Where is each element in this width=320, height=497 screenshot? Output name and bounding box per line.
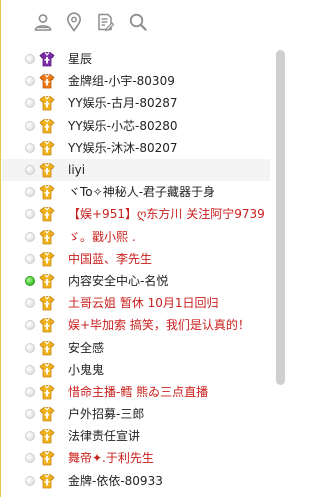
offline-status-icon: [25, 231, 35, 242]
member-name: 安全感: [68, 340, 105, 355]
list-item[interactable]: 星辰: [2, 48, 270, 70]
member-name: 中国蓝、李先生: [68, 251, 153, 266]
member-name: liyi: [68, 163, 86, 178]
offline-status-icon: [25, 453, 35, 464]
gold-vest-badge-icon: [39, 406, 55, 422]
member-name: 小鬼鬼: [68, 362, 105, 377]
gold-vest-badge-icon: [39, 118, 55, 134]
gold-vest-badge-icon: [39, 162, 55, 178]
gold-vest-badge-icon: [39, 450, 55, 466]
list-item[interactable]: 舞帝✦.于利先生: [2, 447, 270, 469]
orange-vest-badge-icon: [39, 73, 55, 89]
offline-status-icon: [25, 187, 35, 198]
member-name: 星辰: [68, 52, 93, 67]
list-item[interactable]: liyi: [2, 158, 270, 182]
list-item[interactable]: 小鬼鬼: [2, 359, 270, 381]
gold-vest-badge-icon: [39, 273, 55, 289]
offline-status-icon: [25, 409, 35, 420]
offline-status-icon: [25, 165, 35, 176]
gold-vest-badge-icon: [39, 295, 55, 311]
member-name: 【娱+951】ღ东方川 关注阿宁9739: [68, 207, 265, 222]
list-item[interactable]: 金牌-依依-80933: [2, 470, 270, 492]
member-name: ヾTo✧神秘人-君子藏器于身: [68, 185, 216, 200]
member-name: 法律责任宣讲: [68, 429, 141, 444]
gold-vest-badge-icon: [39, 340, 55, 356]
offline-status-icon: [25, 364, 35, 375]
list-item[interactable]: YY娱乐-沐沐-80207: [2, 137, 270, 159]
gold-vest-badge-icon: [39, 95, 55, 111]
list-item[interactable]: 法律责任宣讲: [2, 425, 270, 447]
search-icon[interactable]: [126, 10, 150, 34]
gold-vest-badge-icon: [39, 229, 55, 245]
offline-status-icon: [25, 342, 35, 353]
offline-status-icon: [25, 98, 35, 109]
offline-status-icon: [25, 386, 35, 397]
gold-vest-badge-icon: [39, 251, 55, 267]
member-name: 惜命主播-鳕 熊ゐ三点直播: [68, 384, 209, 399]
member-name: 舞帝✦.于利先生: [68, 451, 154, 466]
location-pin-icon[interactable]: [62, 10, 86, 34]
list-item[interactable]: 娱+毕加索 搞笑，我们是认真的！: [2, 314, 270, 336]
list-item[interactable]: ヾTo✧神秘人-君子藏器于身: [2, 181, 270, 203]
gold-vest-badge-icon: [39, 317, 55, 333]
offline-status-icon: [25, 54, 35, 65]
gold-vest-badge-icon: [39, 362, 55, 378]
offline-status-icon: [25, 120, 35, 131]
edit-list-icon[interactable]: [93, 10, 117, 34]
member-name: 土哥云姐 暂休 10月1日回归: [68, 296, 219, 311]
gold-vest-badge-icon: [39, 428, 55, 444]
member-name: 户外招募-三郎: [68, 407, 145, 422]
online-status-icon: [25, 275, 35, 286]
list-item[interactable]: 中国蓝、李先生: [2, 248, 270, 270]
list-item[interactable]: 安全感: [2, 336, 270, 358]
offline-status-icon: [25, 209, 35, 220]
contacts-icon[interactable]: [31, 10, 55, 34]
list-item[interactable]: 内容安全中心-名悦: [2, 270, 270, 292]
gold-vest-badge-icon: [39, 473, 55, 489]
list-item[interactable]: 户外招募-三郎: [2, 403, 270, 425]
purple-vest-badge-icon: [39, 51, 55, 67]
toolbar: [2, 0, 288, 44]
list-item[interactable]: YY娱乐-小芯-80280: [2, 115, 270, 137]
member-name: 内容安全中心-名悦: [68, 273, 169, 288]
member-name: YY娱乐-小芯-80280: [68, 118, 178, 133]
gold-vest-badge-icon: [39, 206, 55, 222]
offline-status-icon: [25, 76, 35, 87]
member-name: 金牌-依依-80933: [68, 473, 163, 488]
gold-vest-badge-icon: [39, 140, 55, 156]
list-item[interactable]: YY娱乐-古月-80287: [2, 92, 270, 114]
list-item[interactable]: 金牌组-小宇-80309: [2, 70, 270, 92]
offline-status-icon: [25, 142, 35, 153]
offline-status-icon: [25, 253, 35, 264]
scrollbar-thumb[interactable]: [276, 50, 285, 385]
list-item[interactable]: 惜命主播-鳕 熊ゐ三点直播: [2, 381, 270, 403]
member-list: 星辰金牌组-小宇-80309 YY娱乐-古月-80287 YY娱乐-小芯-80280…: [2, 48, 270, 497]
gold-vest-badge-icon: [39, 384, 55, 400]
list-item[interactable]: ゞ。戳小熙 .: [2, 226, 270, 248]
offline-status-icon: [25, 431, 35, 442]
member-name: 金牌组-小宇-80309: [68, 74, 175, 89]
member-name: YY娱乐-沐沐-80207: [68, 140, 178, 155]
offline-status-icon: [25, 475, 35, 486]
member-name: ゞ。戳小熙 .: [68, 229, 136, 244]
offline-status-icon: [25, 298, 35, 309]
member-list-panel: 星辰金牌组-小宇-80309 YY娱乐-古月-80287 YY娱乐-小芯-80280…: [0, 0, 288, 497]
member-name: YY娱乐-古月-80287: [68, 96, 178, 111]
offline-status-icon: [25, 320, 35, 331]
gold-vest-badge-icon: [39, 184, 55, 200]
list-item[interactable]: 【娱+951】ღ东方川 关注阿宁9739: [2, 203, 270, 225]
member-name: 娱+毕加索 搞笑，我们是认真的！: [68, 318, 250, 333]
list-item[interactable]: 土哥云姐 暂休 10月1日回归: [2, 292, 270, 314]
